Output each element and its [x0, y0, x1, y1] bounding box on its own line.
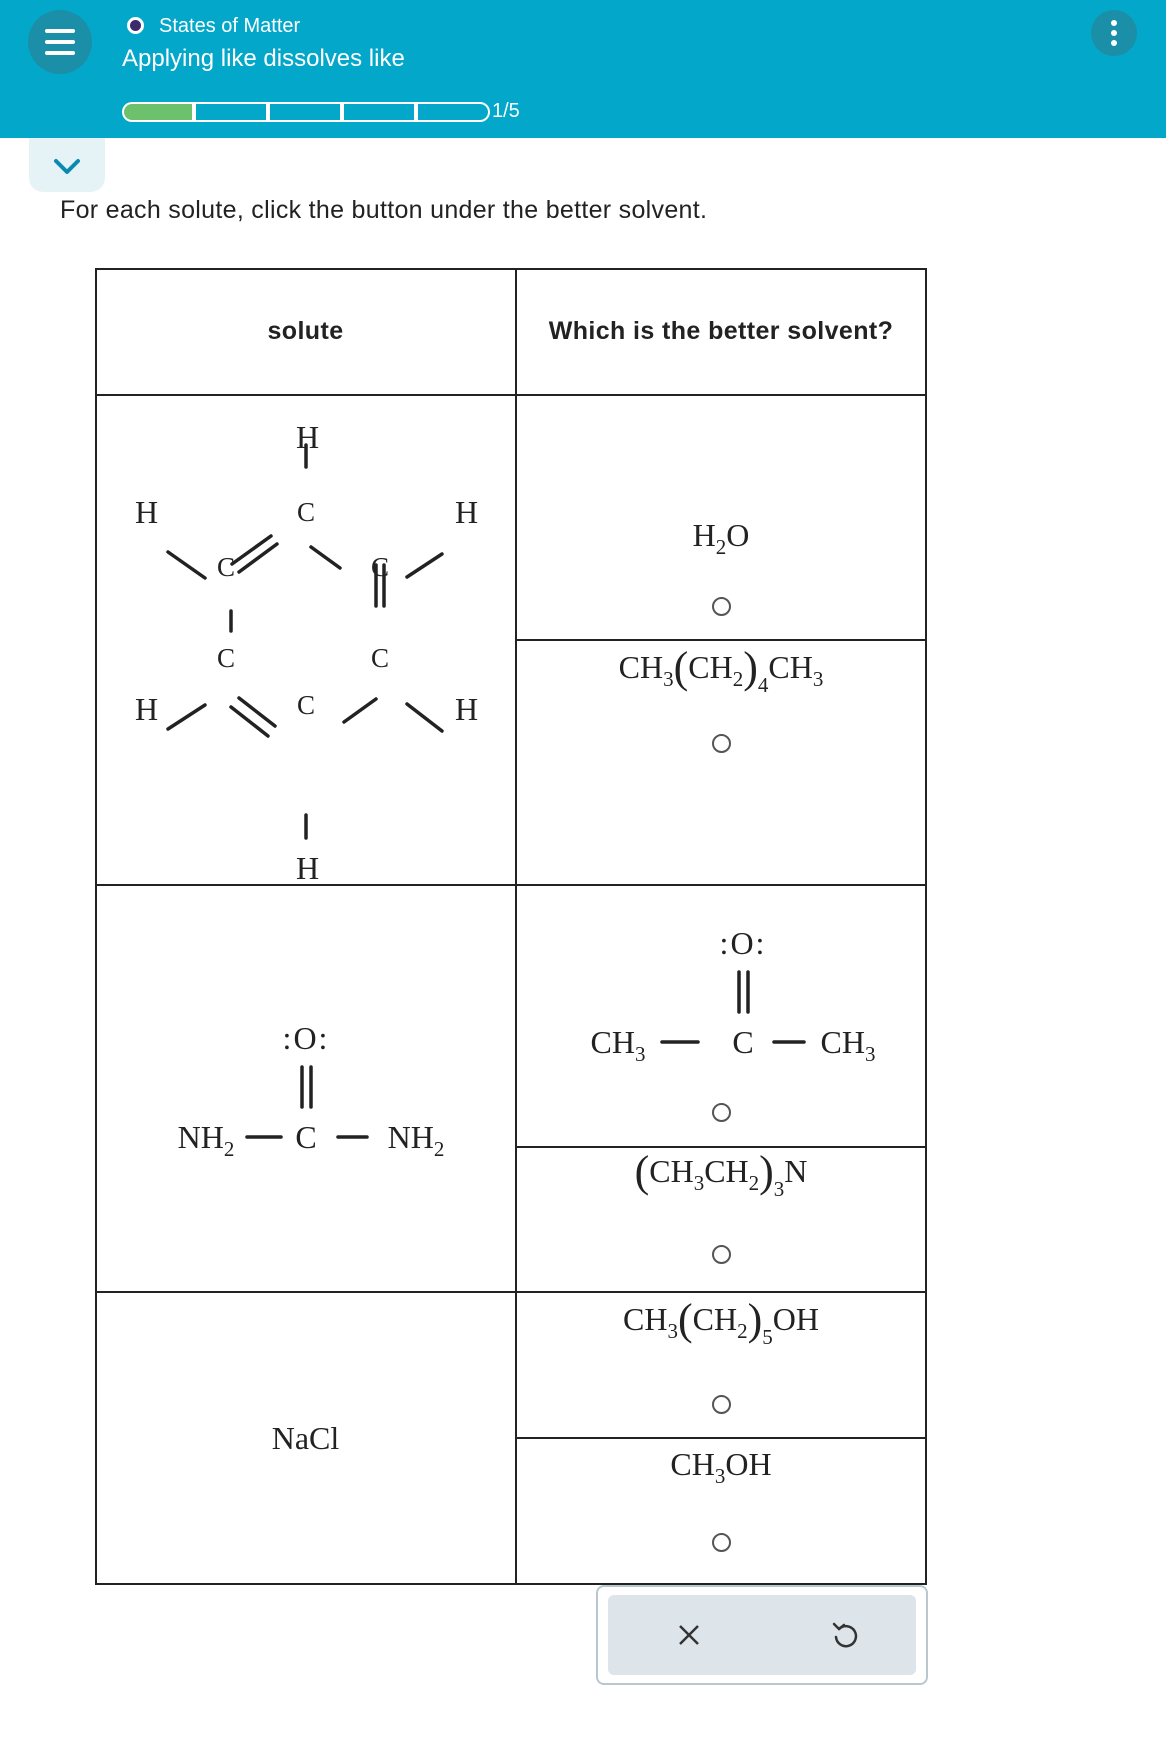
solute-nacl: NaCl: [271, 1420, 340, 1456]
more-options-button[interactable]: [1091, 10, 1137, 56]
top-bar: States of Matter Applying like dissolves…: [0, 0, 1166, 138]
solvent-hexane: CH3(CH2)4CH3: [618, 643, 824, 697]
undo-icon: [832, 1622, 858, 1648]
x-icon: [679, 1625, 699, 1645]
radio-methanol[interactable]: [712, 1533, 731, 1552]
solvent-water: H2O: [692, 517, 750, 559]
radio-acetone[interactable]: [712, 1103, 731, 1122]
menu-button[interactable]: [28, 10, 92, 74]
solvent-table: solute Which is the better solvent? H C …: [95, 268, 927, 1585]
solvent-hexanol: CH3(CH2)5OH: [623, 1295, 819, 1349]
progress-label: 1/5: [492, 100, 520, 122]
radio-triethylamine[interactable]: [712, 1245, 731, 1264]
instruction-text: For each solute, click the button under …: [60, 196, 708, 224]
solvent-methanol: CH3OH: [670, 1446, 772, 1488]
topic-title: States of Matter: [159, 15, 301, 37]
urea-structure: :O: NH2 C NH2: [177, 1020, 445, 1161]
chevron-down-icon: [54, 159, 80, 174]
radio-hexane[interactable]: [712, 734, 731, 753]
clear-button[interactable]: [629, 1595, 749, 1675]
collapse-button[interactable]: [29, 138, 105, 192]
radio-hexanol[interactable]: [712, 1395, 731, 1414]
radio-water[interactable]: [712, 597, 731, 616]
solvent-header: Which is the better solvent?: [548, 316, 894, 345]
undo-button[interactable]: [785, 1595, 905, 1675]
lesson-title: Applying like dissolves like: [122, 45, 405, 72]
solute-header: solute: [267, 316, 344, 345]
solvent-triethylamine: (CH3CH2)3N: [634, 1147, 808, 1201]
progress-bar: [122, 102, 490, 122]
topic-status-icon: [127, 17, 144, 34]
answer-actions: [596, 1585, 928, 1685]
benzene-structure: H C C C C C C H H H H H: [135, 419, 479, 886]
